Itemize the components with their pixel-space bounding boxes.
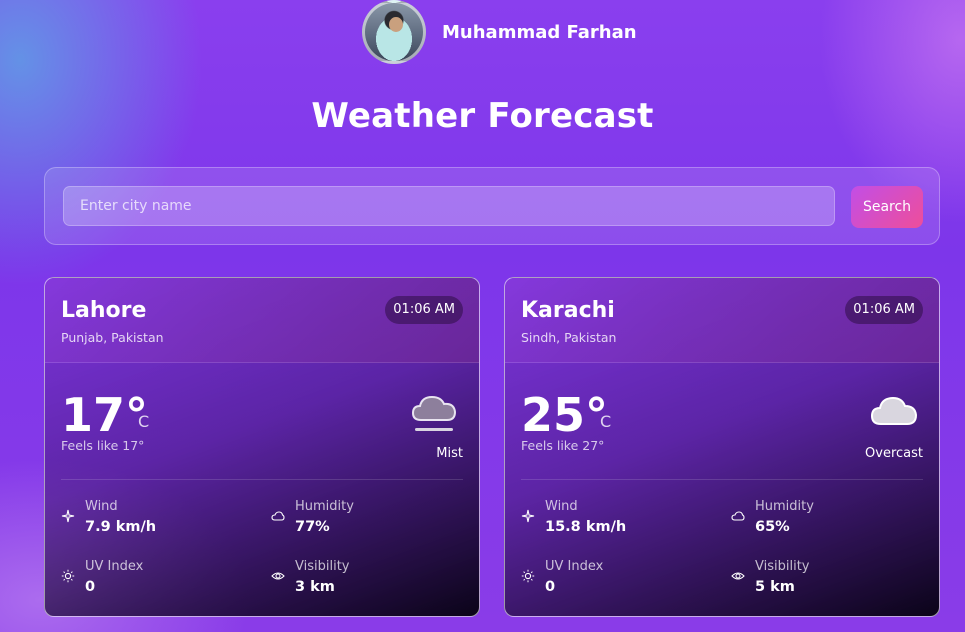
page-title: Weather Forecast: [311, 96, 654, 136]
humidity-icon: [731, 511, 745, 521]
mist-icon: [411, 395, 457, 431]
weather-card-lahore: Lahore Punjab, Pakistan 01:06 AM 17° C F…: [44, 277, 480, 617]
sun-icon: [521, 569, 535, 583]
uv-value: 0: [545, 579, 556, 595]
temperature: 25°: [521, 388, 609, 442]
local-time-badge: 01:06 AM: [845, 296, 923, 324]
sun-icon: [61, 569, 75, 583]
avatar: [362, 0, 426, 64]
humidity-value: 65%: [755, 519, 790, 535]
city-region: Sindh, Pakistan: [521, 330, 617, 345]
temperature-unit: C: [600, 412, 612, 431]
temperature-unit: C: [138, 412, 150, 431]
visibility-label: Visibility: [755, 559, 810, 574]
uv-label: UV Index: [545, 559, 604, 574]
uv-value: 0: [85, 579, 96, 595]
card-header: Karachi Sindh, Pakistan 01:06 AM: [505, 278, 939, 363]
wind-label: Wind: [545, 499, 578, 514]
cloud-icon: [870, 396, 918, 425]
wind-icon: [521, 509, 535, 523]
wind-value: 7.9 km/h: [85, 519, 157, 535]
city-name: Karachi: [521, 298, 615, 323]
visibility-label: Visibility: [295, 559, 350, 574]
user-name: Muhammad Farhan: [442, 21, 637, 43]
weather-card-karachi: Karachi Sindh, Pakistan 01:06 AM 25° C F…: [504, 277, 940, 617]
humidity-label: Humidity: [755, 499, 814, 514]
feels-like: Feels like 17°: [61, 438, 145, 453]
local-time-badge: 01:06 AM: [385, 296, 463, 324]
eye-icon: [271, 572, 285, 580]
card-divider: [61, 479, 463, 480]
uv-label: UV Index: [85, 559, 144, 574]
humidity-label: Humidity: [295, 499, 354, 514]
wind-value: 15.8 km/h: [545, 519, 627, 535]
card-divider: [521, 479, 923, 480]
search-panel: Search: [44, 167, 940, 245]
search-button[interactable]: Search: [851, 186, 923, 228]
humidity-icon: [271, 511, 285, 521]
condition-text: Mist: [436, 446, 463, 461]
city-region: Punjab, Pakistan: [61, 330, 164, 345]
eye-icon: [731, 572, 745, 580]
card-header: Lahore Punjab, Pakistan 01:06 AM: [45, 278, 479, 363]
visibility-value: 3 km: [295, 579, 335, 595]
humidity-value: 77%: [295, 519, 330, 535]
feels-like: Feels like 27°: [521, 438, 605, 453]
wind-label: Wind: [85, 499, 118, 514]
user-profile: Muhammad Farhan: [362, 0, 637, 64]
city-name: Lahore: [61, 298, 147, 323]
temperature: 17°: [61, 388, 149, 442]
visibility-value: 5 km: [755, 579, 795, 595]
wind-icon: [61, 509, 75, 523]
city-search-input[interactable]: [63, 186, 835, 226]
condition-text: Overcast: [865, 446, 923, 461]
